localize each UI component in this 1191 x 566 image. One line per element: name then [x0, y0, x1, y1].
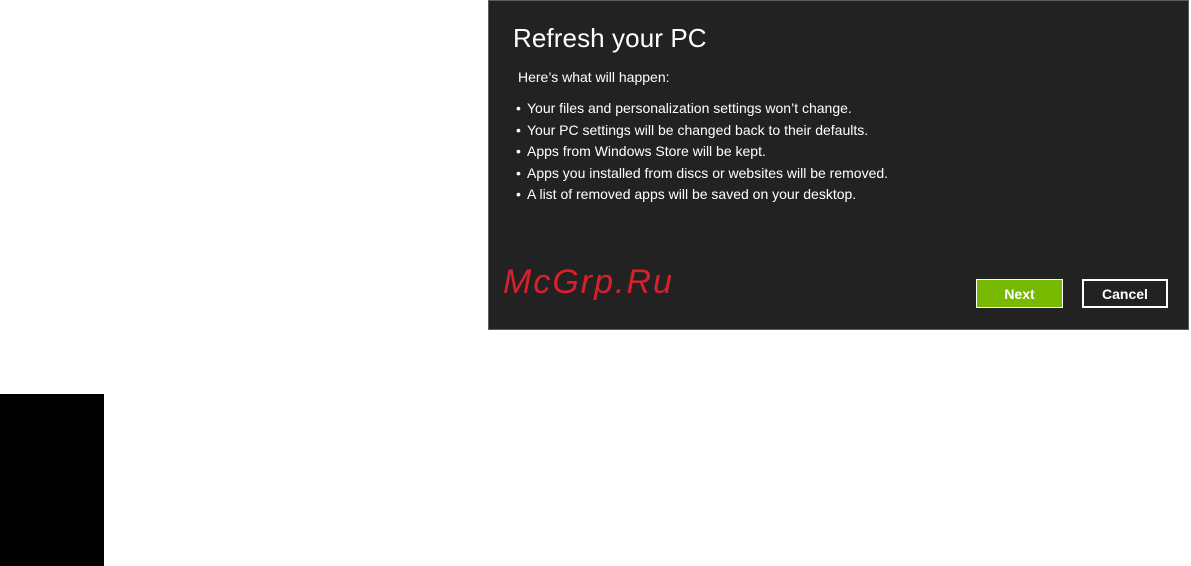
list-item-text: Your files and personalization settings …: [527, 100, 852, 116]
list-item-text: Apps from Windows Store will be kept.: [527, 143, 766, 159]
next-button[interactable]: Next: [976, 279, 1063, 308]
list-item-text: Your PC settings will be changed back to…: [527, 121, 869, 138]
list-item-text: A list of removed apps will be saved on …: [527, 186, 857, 202]
black-side-tab: [0, 394, 104, 566]
list-item: • Apps from Windows Store will be kept.: [516, 141, 888, 163]
bullet-icon: •: [516, 164, 521, 181]
changes-list: • Your files and personalization settings…: [516, 98, 888, 206]
watermark: McGrp.Ru: [503, 263, 674, 301]
bullet-icon: •: [516, 186, 521, 202]
list-item: • Your files and personalization settings…: [516, 98, 888, 120]
dialog-intro: Here’s what will happen:: [518, 69, 670, 85]
dialog-title: Refresh your PC: [513, 23, 707, 53]
list-item: • Apps you installed from discs or websit…: [516, 163, 888, 185]
cancel-button[interactable]: Cancel: [1082, 279, 1168, 308]
list-item-text: Apps you installed from discs or website…: [527, 164, 889, 181]
bullet-icon: •: [516, 100, 521, 116]
refresh-pc-dialog: Refresh your PC Here’s what will happen:…: [488, 0, 1189, 330]
list-item: • Your PC settings will be changed back t…: [516, 120, 888, 142]
bullet-icon: •: [516, 143, 521, 159]
bullet-icon: •: [516, 121, 521, 138]
list-item: • A list of removed apps will be saved on…: [516, 184, 888, 206]
